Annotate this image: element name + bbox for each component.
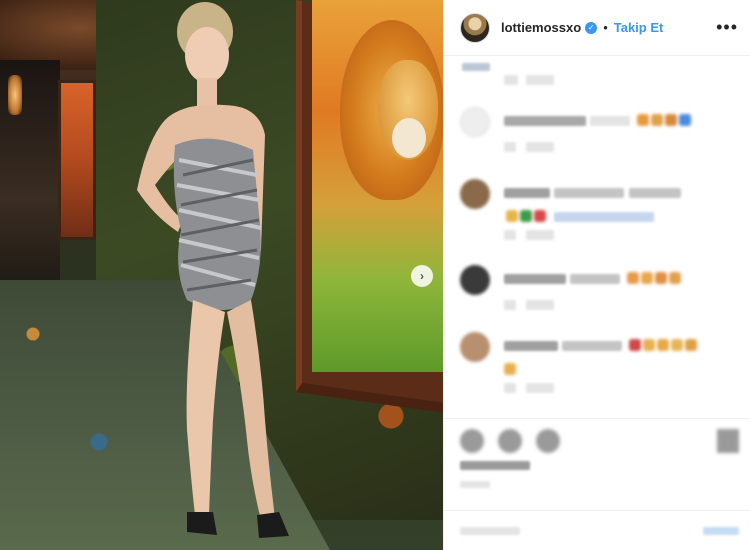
carousel-next-button[interactable]: ›: [411, 265, 433, 287]
heart-icon[interactable]: [460, 429, 484, 453]
post-sidebar: lottiemossxo ✓ • Takip Et •••: [443, 0, 750, 550]
post-timestamp: [460, 481, 490, 488]
comment-input[interactable]: [460, 527, 520, 535]
comments-list[interactable]: [444, 57, 750, 415]
comment-icon[interactable]: [498, 429, 522, 453]
username-link[interactable]: lottiemossxo: [501, 20, 581, 35]
woman-figure: [137, 2, 289, 538]
chevron-right-icon: ›: [420, 269, 424, 283]
lion-muzzle: [392, 118, 426, 158]
share-icon[interactable]: [536, 429, 560, 453]
likes-count[interactable]: [460, 461, 530, 470]
post-header: lottiemossxo ✓ • Takip Et •••: [444, 0, 750, 56]
bookmark-icon[interactable]: [717, 429, 739, 453]
header-separator: •: [603, 20, 608, 35]
verified-badge-icon: ✓: [585, 21, 598, 34]
avatar[interactable]: [460, 12, 490, 43]
action-bar: [444, 418, 750, 488]
ellipsis-icon[interactable]: •••: [716, 17, 738, 38]
comment-form: [444, 510, 750, 550]
follow-button[interactable]: Takip Et: [614, 20, 664, 35]
post-photo[interactable]: ›: [0, 0, 443, 550]
wall-lamp: [8, 75, 22, 115]
post-comment-button[interactable]: [703, 527, 739, 535]
